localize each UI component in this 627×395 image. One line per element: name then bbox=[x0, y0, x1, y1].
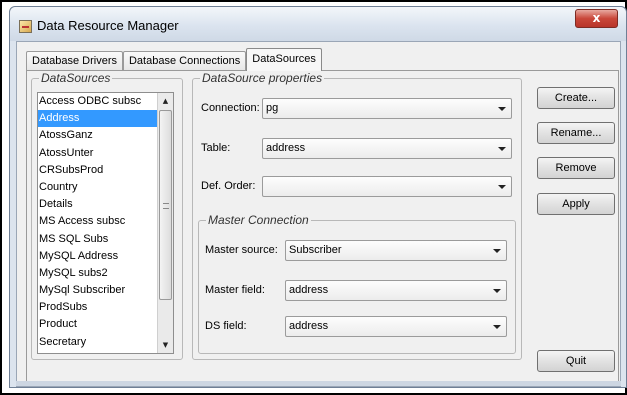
window-bottom-border bbox=[16, 381, 621, 386]
list-item[interactable]: AtossGanz bbox=[38, 127, 158, 144]
scroll-down-icon[interactable]: ▼ bbox=[158, 337, 173, 353]
list-item[interactable]: MySql Subscriber bbox=[38, 282, 158, 299]
grip-icon bbox=[163, 203, 169, 209]
list-item[interactable]: MS SQL Subs bbox=[38, 231, 158, 248]
list-item[interactable]: Access ODBC subsc bbox=[38, 93, 158, 110]
connection-value: pg bbox=[266, 102, 279, 114]
create-button[interactable]: Create... bbox=[537, 87, 615, 109]
list-scrollbar[interactable]: ▲ ▼ bbox=[157, 93, 173, 353]
datasources-group: DataSources Access ODBC subsc Address Atos… bbox=[31, 71, 183, 360]
app-window: Data Resource Manager x Database Drivers… bbox=[9, 6, 627, 388]
master-source-value: Subscriber bbox=[289, 244, 342, 256]
ds-field-label: DS field: bbox=[205, 320, 247, 332]
close-icon: x bbox=[592, 11, 601, 25]
list-item[interactable]: MySQL subs2 bbox=[38, 265, 158, 282]
list-item[interactable]: MS Access subsc bbox=[38, 213, 158, 230]
ds-field-value: address bbox=[289, 320, 329, 332]
master-field-select[interactable]: address bbox=[285, 280, 507, 301]
master-source-label: Master source: bbox=[205, 244, 278, 256]
table-label: Table: bbox=[201, 142, 231, 154]
properties-group-title: DataSource properties bbox=[200, 71, 325, 85]
close-button[interactable]: x bbox=[575, 9, 618, 28]
datasources-list-items: Access ODBC subsc Address AtossGanz AtossUn… bbox=[38, 93, 158, 351]
chevron-down-icon bbox=[498, 107, 506, 111]
list-item[interactable]: MySQL Address bbox=[38, 248, 158, 265]
connection-select[interactable]: pg bbox=[262, 98, 512, 119]
default-order-select[interactable] bbox=[262, 176, 512, 197]
connection-label: Connection: bbox=[201, 102, 260, 114]
master-connection-title: Master Connection bbox=[206, 213, 311, 227]
master-connection-group: Master Connection Master source: Subscri… bbox=[198, 213, 516, 354]
table-value: address bbox=[266, 142, 306, 154]
master-field-value: address bbox=[289, 284, 329, 296]
tab-database-connections[interactable]: Database Connections bbox=[122, 51, 247, 71]
list-item[interactable]: Secretary bbox=[38, 334, 158, 351]
list-item[interactable]: CRSubsProd bbox=[38, 162, 158, 179]
tab-database-drivers[interactable]: Database Drivers bbox=[26, 51, 123, 71]
title-bar[interactable]: Data Resource Manager x bbox=[10, 7, 626, 41]
window-title: Data Resource Manager bbox=[37, 18, 179, 33]
datasources-group-title: DataSources bbox=[39, 71, 113, 85]
list-item[interactable]: ProdSubs bbox=[38, 299, 158, 316]
window-content: Database Drivers Database Connections Da… bbox=[16, 41, 621, 387]
ds-field-select[interactable]: address bbox=[285, 316, 507, 337]
app-icon bbox=[19, 20, 32, 33]
tab-datasources[interactable]: DataSources bbox=[246, 48, 322, 71]
list-item[interactable]: AtossUnter bbox=[38, 145, 158, 162]
list-item[interactable]: Details bbox=[38, 196, 158, 213]
datasources-panel: DataSources Access ODBC subsc Address Atos… bbox=[26, 70, 619, 384]
rename-button[interactable]: Rename... bbox=[537, 122, 615, 144]
chevron-down-icon bbox=[493, 289, 501, 293]
properties-group: DataSource properties Connection: pg Tab… bbox=[192, 71, 522, 360]
scroll-up-icon[interactable]: ▲ bbox=[158, 93, 173, 109]
default-order-label: Def. Order: bbox=[201, 180, 256, 192]
master-source-select[interactable]: Subscriber bbox=[285, 240, 507, 261]
datasources-list[interactable]: Access ODBC subsc Address AtossGanz AtossUn… bbox=[37, 92, 174, 354]
remove-button[interactable]: Remove bbox=[537, 157, 615, 179]
list-item[interactable]: Product bbox=[38, 316, 158, 333]
list-item[interactable]: Country bbox=[38, 179, 158, 196]
chevron-down-icon bbox=[498, 185, 506, 189]
list-item[interactable]: Address bbox=[38, 110, 158, 128]
master-field-label: Master field: bbox=[205, 284, 265, 296]
scroll-thumb[interactable] bbox=[159, 110, 172, 300]
quit-button[interactable]: Quit bbox=[537, 350, 615, 372]
tab-bar: Database Drivers Database Connections Da… bbox=[26, 47, 322, 71]
chevron-down-icon bbox=[493, 325, 501, 329]
chevron-down-icon bbox=[493, 249, 501, 253]
table-select[interactable]: address bbox=[262, 138, 512, 159]
chevron-down-icon bbox=[498, 147, 506, 151]
apply-button[interactable]: Apply bbox=[537, 193, 615, 215]
